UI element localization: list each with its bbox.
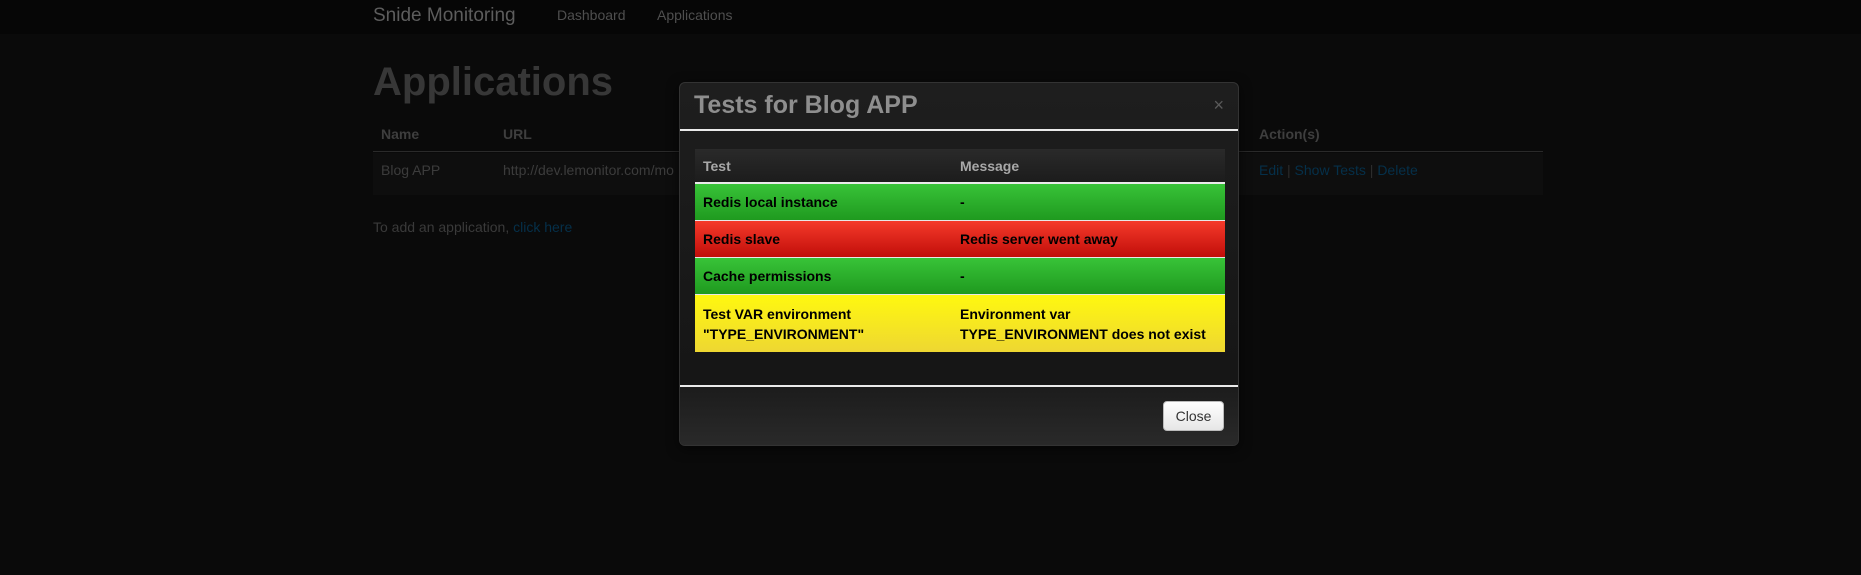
action-separator: | xyxy=(1369,162,1374,178)
app-name-cell: Blog APP xyxy=(381,162,441,178)
show-tests-link[interactable]: Show Tests xyxy=(1295,162,1366,178)
column-header-actions: Action(s) xyxy=(1259,126,1320,142)
add-application-label: To add an application, xyxy=(373,219,510,235)
page-title: Applications xyxy=(373,60,614,104)
test-message-cell: Redis server went away xyxy=(960,231,1118,247)
test-name-cell: Test VAR environment "TYPE_ENVIRONMENT" xyxy=(703,306,865,342)
brand-logo[interactable]: Snide Monitoring xyxy=(373,5,516,27)
test-name-cell: Cache permissions xyxy=(703,268,832,284)
tests-modal: Tests for Blog APP × Test Message Redis … xyxy=(679,82,1239,446)
modal-title: Tests for Blog APP xyxy=(694,91,918,119)
add-application-text: To add an application, click here xyxy=(373,219,572,235)
test-name-cell: Redis slave xyxy=(703,231,781,247)
test-row-success: Cache permissions - xyxy=(695,258,1225,295)
column-header-test: Test xyxy=(703,158,731,174)
action-separator: | xyxy=(1287,162,1291,178)
test-row-success: Redis local instance - xyxy=(695,184,1225,221)
tests-table: Test Message Redis local instance - Redi… xyxy=(695,149,1225,352)
nav-link-applications[interactable]: Applications xyxy=(657,7,733,23)
test-message-cell: - xyxy=(960,194,965,210)
column-header-name: Name xyxy=(381,126,420,142)
test-name-cell: Redis local instance xyxy=(703,194,838,210)
close-icon[interactable]: × xyxy=(1213,96,1224,114)
app-url-cell: http://dev.lemonitor.com/mo xyxy=(503,162,674,178)
navbar: Snide Monitoring Dashboard Applications xyxy=(0,0,1861,34)
test-row-warning: Test VAR environment "TYPE_ENVIRONMENT" … xyxy=(695,295,1225,352)
test-message-cell: - xyxy=(960,268,965,284)
modal-header: Tests for Blog APP × xyxy=(680,83,1238,131)
tests-table-header: Test Message xyxy=(695,149,1225,184)
delete-link[interactable]: Delete xyxy=(1377,162,1417,178)
nav-link-dashboard[interactable]: Dashboard xyxy=(557,7,626,23)
add-application-link[interactable]: click here xyxy=(513,219,572,235)
edit-link[interactable]: Edit xyxy=(1259,162,1283,178)
test-message-cell: Environment var TYPE_ENVIRONMENT does no… xyxy=(960,306,1206,342)
test-row-error: Redis slave Redis server went away xyxy=(695,221,1225,258)
close-button[interactable]: Close xyxy=(1163,401,1224,431)
row-actions: Edit | Show Tests | Delete xyxy=(1259,162,1418,178)
column-header-url: URL xyxy=(503,126,532,142)
column-header-message: Message xyxy=(960,158,1020,174)
modal-footer: Close xyxy=(680,385,1238,445)
